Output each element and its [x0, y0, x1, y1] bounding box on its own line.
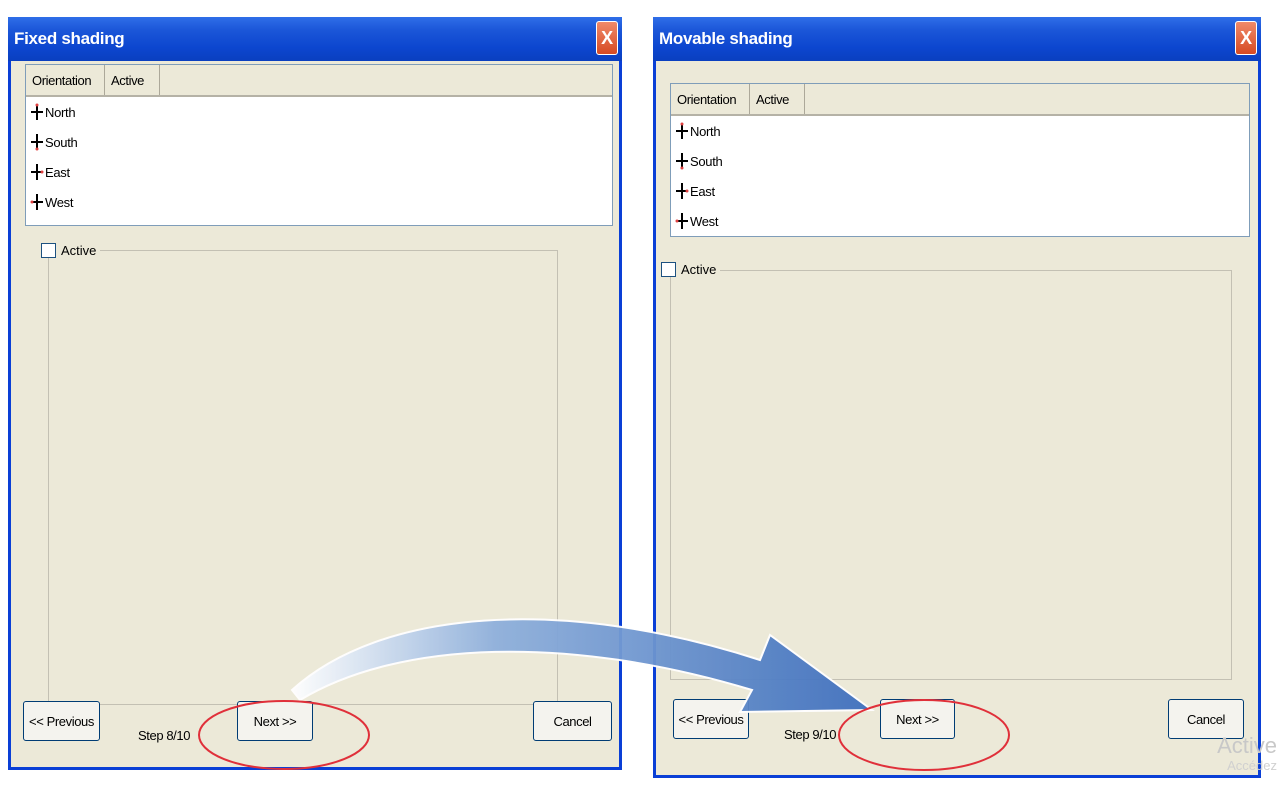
row-label: South	[690, 153, 723, 169]
active-checkbox-label: Active	[681, 262, 717, 277]
orientation-list[interactable]: Orientation Active North South East West	[25, 64, 613, 226]
compass-south-icon	[676, 153, 688, 170]
row-label: North	[45, 104, 76, 120]
active-checkbox-row[interactable]: Active	[661, 262, 721, 277]
compass-east-icon	[676, 183, 689, 199]
list-item[interactable]: South	[26, 127, 612, 157]
previous-button[interactable]: << Previous	[23, 701, 100, 741]
active-checkbox-row[interactable]: Active	[41, 243, 101, 258]
cancel-button[interactable]: Cancel	[533, 701, 612, 741]
list-item[interactable]: North	[26, 97, 612, 127]
row-label: East	[45, 164, 70, 180]
fixed-shading-dialog: Fixed shading X Orientation Active North…	[8, 17, 622, 770]
watermark-line2: Accédez	[1227, 758, 1277, 773]
step-indicator: Step 9/10	[784, 727, 837, 742]
dialog-title: Fixed shading	[14, 29, 125, 48]
active-groupbox	[670, 270, 1232, 680]
active-checkbox[interactable]	[41, 243, 56, 258]
movable-shading-dialog: Movable shading X Orientation Active Nor…	[653, 17, 1261, 778]
list-item[interactable]: West	[671, 206, 1249, 236]
row-label: East	[690, 183, 715, 199]
row-label: North	[690, 123, 721, 139]
dialog-title: Movable shading	[659, 29, 793, 48]
watermark-line1: Active	[1217, 733, 1277, 758]
list-item[interactable]: East	[671, 176, 1249, 206]
dialog-titlebar: Movable shading X	[653, 17, 1261, 61]
step-indicator: Step 8/10	[138, 728, 191, 743]
orientation-list[interactable]: Orientation Active North South East West	[670, 83, 1250, 237]
list-item[interactable]: South	[671, 146, 1249, 176]
column-header-orientation[interactable]: Orientation	[671, 84, 750, 114]
compass-west-icon	[30, 194, 43, 210]
compass-north-icon	[31, 103, 43, 120]
active-checkbox[interactable]	[661, 262, 676, 277]
row-label: West	[45, 194, 74, 210]
compass-west-icon	[675, 213, 688, 229]
list-header: Orientation Active	[26, 65, 612, 97]
column-header-active[interactable]: Active	[750, 84, 805, 114]
dialog-titlebar: Fixed shading X	[8, 17, 622, 61]
compass-east-icon	[31, 164, 44, 180]
list-item[interactable]: West	[26, 187, 612, 217]
previous-button[interactable]: << Previous	[673, 699, 749, 739]
compass-south-icon	[31, 134, 43, 151]
next-button[interactable]: Next >>	[880, 699, 955, 739]
row-label: West	[690, 213, 719, 229]
column-header-active[interactable]: Active	[105, 65, 160, 95]
close-button[interactable]: X	[596, 21, 618, 55]
next-button[interactable]: Next >>	[237, 701, 313, 741]
active-groupbox	[48, 250, 558, 705]
compass-north-icon	[676, 122, 688, 139]
close-button[interactable]: X	[1235, 21, 1257, 55]
list-header: Orientation Active	[671, 84, 1249, 116]
list-item[interactable]: East	[26, 157, 612, 187]
active-checkbox-label: Active	[61, 243, 97, 258]
row-label: South	[45, 134, 78, 150]
list-item[interactable]: North	[671, 116, 1249, 146]
windows-activation-watermark: Active Accédez	[1217, 733, 1277, 776]
column-header-orientation[interactable]: Orientation	[26, 65, 105, 95]
